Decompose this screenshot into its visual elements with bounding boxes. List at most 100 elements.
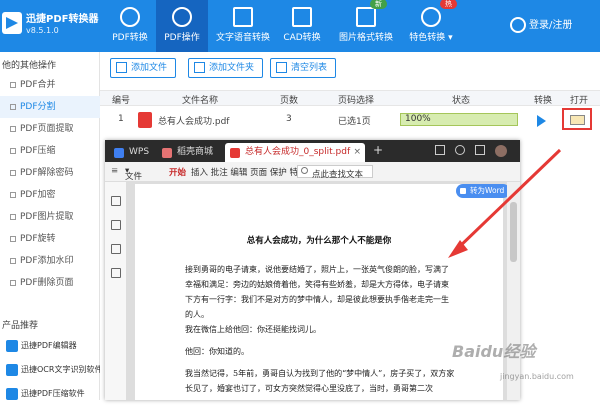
progress-bar: 100%: [400, 113, 518, 126]
sidebar-item-merge[interactable]: PDF合并: [0, 74, 100, 96]
watermark-icon: [10, 257, 16, 264]
nav-text-voice[interactable]: 文字语音转换: [212, 0, 274, 52]
add-file-icon: [116, 62, 127, 73]
login-button[interactable]: 登录/注册: [510, 16, 572, 33]
row-page-select[interactable]: 已选1页: [338, 114, 371, 127]
add-file-button[interactable]: 添加文件: [110, 58, 177, 78]
row-pages: 3: [286, 114, 292, 124]
product-icon: [6, 387, 18, 400]
clear-list-button[interactable]: 清空列表: [270, 58, 337, 78]
document-title: 总有人会成功，为什么那个人不能是你: [246, 236, 392, 246]
nav-image-convert[interactable]: 图片格式转换 新: [336, 0, 396, 52]
lock-icon: [10, 191, 16, 198]
merge-icon: [10, 81, 16, 88]
document-page: 总有人会成功，为什么那个人不能是你 接到勇哥的电子请柬，说他要结婚了，照片上，一…: [135, 184, 503, 400]
store-icon: [162, 148, 172, 158]
product-icon: [6, 339, 18, 352]
hot-badge: 热: [440, 0, 457, 9]
new-tab-icon[interactable]: +: [373, 143, 383, 157]
image-icon: [10, 213, 16, 220]
col-convert: 转换: [534, 96, 553, 106]
document-paragraph: 我当然记得，5年前，勇哥自认为找到了他的“梦中情人”，房子买了，双方家长见了，婚…: [185, 369, 455, 393]
product-ocr[interactable]: 迅捷OCR文字识别软件: [0, 358, 100, 382]
user-icon: [510, 17, 526, 33]
nav-pdf-operation[interactable]: PDF操作: [156, 0, 208, 52]
search-input[interactable]: 点此查找文本: [297, 165, 373, 180]
document-paragraph: 我在微信上给他回：你还挺能找词儿。: [185, 325, 321, 334]
login-label: 登录/注册: [529, 20, 573, 31]
close-tab-icon[interactable]: ×: [353, 143, 361, 162]
menu-tabs[interactable]: 插入 批注 编辑 页面 保护 特: [191, 166, 298, 178]
row-filename: 总有人会成功.pdf: [158, 117, 230, 127]
add-folder-button[interactable]: 添加文件夹: [188, 58, 264, 78]
watermark-logo: Baidu经验: [452, 342, 536, 361]
tab-pdf-document[interactable]: 总有人会成功_0_split.pdf ×: [225, 143, 365, 162]
attachment-icon[interactable]: [111, 268, 121, 278]
sidebar-section-title: 他的其他操作: [2, 61, 57, 71]
sidebar-item-watermark[interactable]: PDF添加水印: [0, 250, 100, 272]
folder-icon: [194, 62, 205, 73]
extract-icon: [10, 125, 16, 132]
scrollbar[interactable]: [507, 182, 520, 400]
sidebar-item-decrypt[interactable]: PDF解除密码: [0, 162, 100, 184]
thumbnail-icon[interactable]: [111, 196, 121, 206]
col-filename: 文件名称: [182, 96, 219, 106]
document-viewport[interactable]: 总有人会成功，为什么那个人不能是你 接到勇哥的电子请柬，说他要结婚了，照片上，一…: [127, 182, 507, 400]
star-icon: [421, 7, 441, 27]
sidebar-item-split[interactable]: PDF分割: [0, 96, 100, 118]
table-header: 编号 文件名称 页数 页码选择 状态 转换 打开: [100, 90, 600, 106]
product-pdf-compress[interactable]: 迅捷PDF压缩软件: [0, 382, 100, 406]
document-paragraph: 接到勇哥的电子请柬，说他要结婚了，照片上，一张英气俊朗的脸，写满了幸福和满足：旁…: [185, 265, 449, 319]
sidebar-item-delete-page[interactable]: PDF删除页面: [0, 272, 100, 294]
window-icon[interactable]: [475, 145, 485, 155]
brand: 迅捷PDF转换器 v8.5.1.0: [2, 6, 102, 46]
comment-icon[interactable]: [111, 244, 121, 254]
product-pdf-editor[interactable]: 迅捷PDF编辑器: [0, 334, 100, 358]
tab-wps[interactable]: WPS: [109, 143, 155, 162]
convert-to-word-button[interactable]: 转为Word: [456, 184, 511, 198]
nav-cad[interactable]: CAD转换: [280, 0, 324, 52]
unlock-icon: [10, 169, 16, 176]
cad-icon: [292, 7, 312, 27]
col-status: 状态: [452, 96, 471, 106]
sidebar-item-image-extract[interactable]: PDF图片提取: [0, 206, 100, 228]
sidebar-item-compress[interactable]: PDF压缩: [0, 140, 100, 162]
tab-store[interactable]: 稻壳商城: [157, 143, 223, 162]
clear-icon: [276, 62, 287, 73]
nav-label: CAD转换: [283, 33, 321, 43]
table-row[interactable]: 1 总有人会成功.pdf 3 已选1页 100%: [100, 108, 600, 132]
audio-icon: [233, 7, 253, 27]
app-logo-icon: [2, 12, 22, 34]
layout-icon[interactable]: [435, 145, 445, 155]
wps-logo-icon: [114, 148, 124, 158]
document-paragraph: 他回：你知道的。: [185, 347, 249, 356]
avatar[interactable]: [495, 145, 507, 157]
wps-left-panel: [105, 182, 127, 400]
pdf-file-icon: [138, 112, 152, 128]
sidebar-item-extract[interactable]: PDF页面提取: [0, 118, 100, 140]
wps-toolbar: ≡ 文件 ▾ 开始 插入 批注 编辑 页面 保护 特 点此查找文本: [105, 162, 520, 182]
sidebar-item-rotate[interactable]: PDF旋转: [0, 228, 100, 250]
sidebar-item-encrypt[interactable]: PDF加密: [0, 184, 100, 206]
menu-start[interactable]: 开始: [169, 166, 186, 178]
play-icon[interactable]: [537, 115, 546, 127]
row-number: 1: [118, 114, 124, 124]
top-bar: 迅捷PDF转换器 v8.5.1.0 PDF转换 PDF操作 文字语音转换 CAD…: [0, 0, 600, 52]
nav-label: 文字语音转换: [215, 33, 270, 43]
rotate-icon: [10, 235, 16, 242]
gear-icon: [172, 7, 192, 27]
nav-special-convert[interactable]: 特色转换 ▾ 热: [404, 0, 458, 52]
folder-icon: [570, 115, 585, 125]
open-folder-button[interactable]: [562, 108, 592, 130]
scroll-thumb[interactable]: [510, 202, 517, 262]
pdf-file-icon: [230, 148, 240, 158]
image-icon: [356, 7, 376, 27]
nav-label: PDF操作: [164, 33, 200, 43]
nav-pdf-convert[interactable]: PDF转换: [104, 0, 156, 52]
settings-icon[interactable]: [455, 145, 465, 155]
bookmark-icon[interactable]: [111, 220, 121, 230]
menu-icon[interactable]: ≡: [111, 166, 118, 176]
sidebar-section-products: 产品推荐: [2, 321, 39, 331]
menu-file[interactable]: 文件 ▾: [125, 166, 142, 182]
search-icon: [301, 167, 308, 174]
